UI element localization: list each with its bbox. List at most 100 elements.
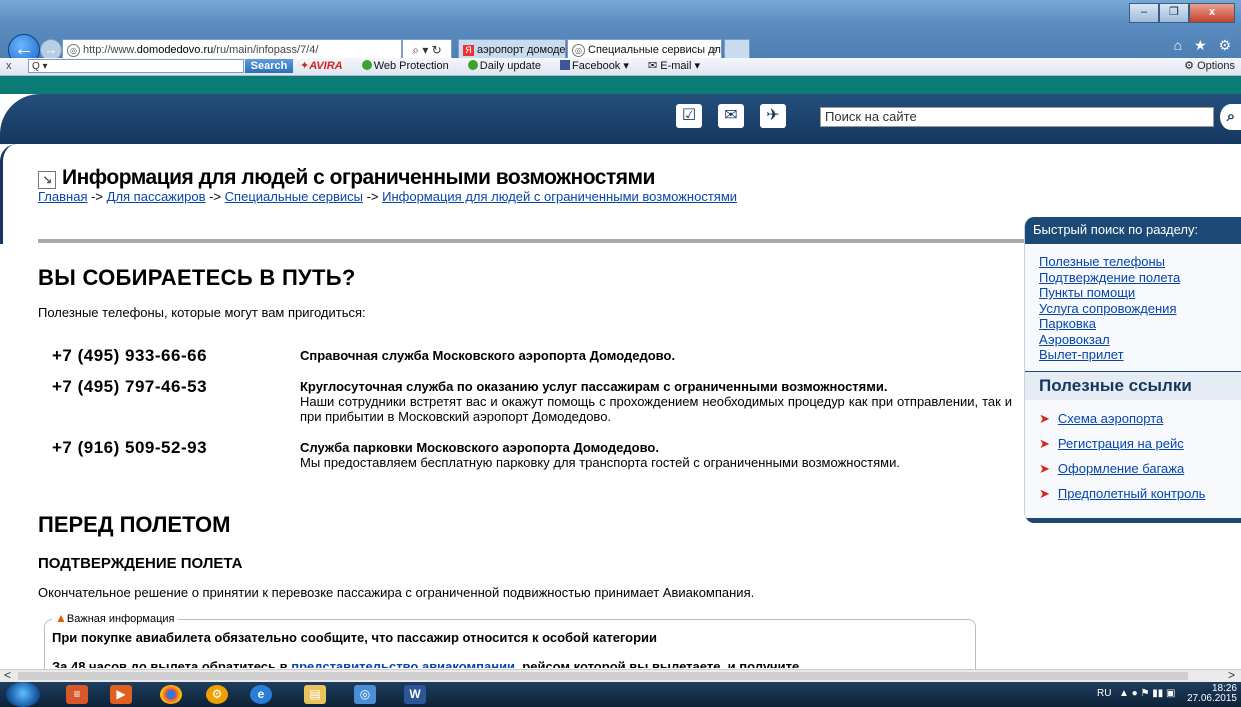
intro-text: Полезные телефоны, которые могут вам при…: [38, 305, 366, 320]
site-favicon-icon: ◎: [67, 44, 80, 57]
taskbar-player-icon[interactable]: ▶: [110, 685, 132, 704]
quick-links-list: Полезные телефоны Подтверждение полета П…: [1025, 244, 1241, 363]
envelope-icon[interactable]: ✉: [718, 104, 744, 128]
airplane-icon[interactable]: ✈: [760, 104, 786, 128]
important-cut-line: За 48 часов до вылета обратитесь в предс…: [52, 659, 799, 668]
tab-close-icon[interactable]: ×: [711, 40, 717, 59]
scroll-thumb[interactable]: [18, 672, 1188, 680]
web-protection-label: Web Protection: [373, 60, 449, 72]
web-protection-item[interactable]: Web Protection: [361, 60, 457, 72]
red-arrow-icon: ➤: [1039, 435, 1050, 451]
breadcrumb-passengers[interactable]: Для пассажиров: [107, 189, 206, 204]
decorative-swoosh: [0, 144, 17, 244]
subsection-heading: ПОДТВЕРЖДЕНИЕ ПОЛЕТА: [38, 555, 243, 572]
useful-link-airport-map[interactable]: Схема аэропорта: [1058, 411, 1163, 426]
site-top-strip: [0, 76, 1241, 94]
cut-line-start: За 48 часов до вылета обратитесь в: [52, 659, 292, 668]
email-item[interactable]: ✉ E-mail ▾: [648, 60, 708, 72]
important-legend: ▲Важная информация: [52, 611, 178, 625]
language-indicator[interactable]: RU: [1097, 688, 1111, 699]
quick-link-parking[interactable]: Парковка: [1039, 316, 1241, 332]
breadcrumb-separator: ->: [205, 189, 225, 204]
yandex-icon: Я: [463, 45, 474, 56]
address-bar[interactable]: ◎ http://www.domodedovo.ru/ru/main/infopa…: [62, 39, 402, 59]
airline-office-link[interactable]: представительство авиакомпании: [291, 659, 515, 668]
site-search-button[interactable]: ⌕: [1220, 104, 1241, 130]
minimize-button[interactable]: –: [1129, 3, 1159, 23]
tab-label: Специальные сервисы дл...: [588, 44, 722, 56]
daily-update-item[interactable]: Daily update: [467, 60, 549, 72]
toolbar-search-button[interactable]: Search: [245, 59, 293, 73]
quick-link-phones[interactable]: Полезные телефоны: [1039, 254, 1241, 270]
domodedovo-icon: ◎: [572, 44, 585, 57]
scroll-left-icon[interactable]: <: [4, 668, 11, 682]
phone-number: +7 (495) 933-66-66: [52, 346, 208, 365]
internet-explorer-icon[interactable]: e: [250, 685, 272, 704]
close-window-button[interactable]: x: [1189, 3, 1235, 23]
address-search-refresh[interactable]: ⌕ ▾ ↻: [402, 39, 452, 59]
email-label: E-mail ▾: [660, 60, 700, 72]
tab-label: аэропорт домодедово — Янд...: [477, 44, 566, 56]
panel-bottom-bar: [1025, 518, 1241, 523]
maximize-button[interactable]: ❐: [1159, 3, 1189, 23]
section-heading-travel: ВЫ СОБИРАЕТЕСЬ В ПУТЬ?: [38, 265, 356, 290]
address-prefix: http://www.: [83, 44, 137, 56]
important-text: При покупке авиабилета обязательно сообщ…: [52, 630, 658, 645]
phone-number: +7 (495) 797-46-53: [52, 377, 208, 396]
scroll-right-icon[interactable]: >: [1228, 668, 1235, 682]
horizontal-scrollbar[interactable]: < >: [0, 668, 1241, 682]
taskbar-app-icon[interactable]: ≡: [66, 685, 88, 704]
facebook-item[interactable]: Facebook ▾: [560, 60, 637, 72]
quick-link-terminal[interactable]: Аэровокзал: [1039, 332, 1241, 348]
window-controls: – ❐ x: [1129, 3, 1235, 23]
facebook-label: Facebook ▾: [572, 60, 629, 72]
phone-text: Наши сотрудники встретят вас и окажут по…: [300, 394, 1012, 424]
quick-link-departure-arrival[interactable]: Вылет-прилет: [1039, 347, 1241, 363]
section-heading-before-flight: ПЕРЕД ПОЛЕТОМ: [38, 512, 231, 537]
useful-link-security[interactable]: Предполетный контроль: [1058, 486, 1206, 501]
options-label: Options: [1197, 60, 1235, 72]
quick-link-confirmation[interactable]: Подтверждение полета: [1039, 270, 1241, 286]
facebook-icon: [560, 60, 570, 70]
breadcrumb-current[interactable]: Информация для людей с ограниченными воз…: [382, 189, 737, 204]
start-button[interactable]: [6, 682, 40, 707]
file-explorer-icon[interactable]: ▤: [304, 685, 326, 704]
word-icon[interactable]: W: [404, 685, 426, 704]
tray-icons[interactable]: ▲ ● ⚑ ▮▮ ▣: [1119, 688, 1175, 699]
network-app-icon[interactable]: ◎: [354, 685, 376, 704]
page-title-text: Информация для людей с ограниченными воз…: [62, 166, 655, 189]
phone-text: Мы предоставляем бесплатную парковку для…: [300, 455, 900, 470]
useful-link-baggage[interactable]: Оформление багажа: [1058, 461, 1184, 476]
red-arrow-icon: ➤: [1039, 460, 1050, 476]
options-item[interactable]: ⚙ Options: [1184, 58, 1235, 75]
page-title: ↘ Информация для людей с ограниченными во…: [38, 166, 655, 190]
quick-link-escort[interactable]: Услуга сопровождения: [1039, 301, 1241, 317]
breadcrumb-home[interactable]: Главная: [38, 189, 87, 204]
tab-yandex[interactable]: Яаэропорт домодедово — Янд...: [458, 39, 566, 60]
red-arrow-icon: ➤: [1039, 485, 1050, 501]
phone-description: Круглосуточная служба по оказанию услуг …: [300, 379, 1012, 424]
check-icon: [361, 60, 372, 70]
checklist-icon[interactable]: ☑: [676, 104, 702, 128]
avira-logo[interactable]: ✦AVIRA: [300, 60, 351, 72]
useful-link-checkin[interactable]: Регистрация на рейс: [1058, 436, 1184, 451]
phone-title: Справочная служба Московского аэропорта …: [300, 348, 676, 363]
new-tab-button[interactable]: [724, 39, 750, 60]
clock[interactable]: 18:26 27.06.2015: [1187, 684, 1237, 704]
breadcrumb: Главная -> Для пассажиров -> Специальные…: [38, 189, 737, 204]
toolbar-search-input[interactable]: Q ▾: [28, 59, 244, 73]
clock-date: 27.06.2015: [1186, 693, 1237, 704]
chrome-icon[interactable]: [160, 685, 182, 704]
decision-text: Окончательное решение о принятии к перев…: [38, 585, 755, 600]
toolbar-close-icon[interactable]: x: [6, 58, 12, 75]
tab-special-services[interactable]: ◎ Специальные сервисы дл... ×: [567, 39, 722, 60]
home-favorites-settings-icons[interactable]: ⌂ ★ ⚙: [1174, 37, 1235, 54]
breadcrumb-special-services[interactable]: Специальные сервисы: [225, 189, 363, 204]
app-icon[interactable]: ⚙: [206, 685, 228, 704]
quick-link-help-points[interactable]: Пункты помощи: [1039, 285, 1241, 301]
avira-toolbar: x Q ▾ Search ✦AVIRA Web Protection Daily…: [0, 58, 1241, 76]
site-search-input[interactable]: Поиск на сайте: [820, 107, 1214, 127]
address-domain: domodedovo.ru: [136, 44, 214, 56]
arrow-box-icon: ↘: [38, 171, 56, 189]
divider: [38, 239, 1028, 243]
